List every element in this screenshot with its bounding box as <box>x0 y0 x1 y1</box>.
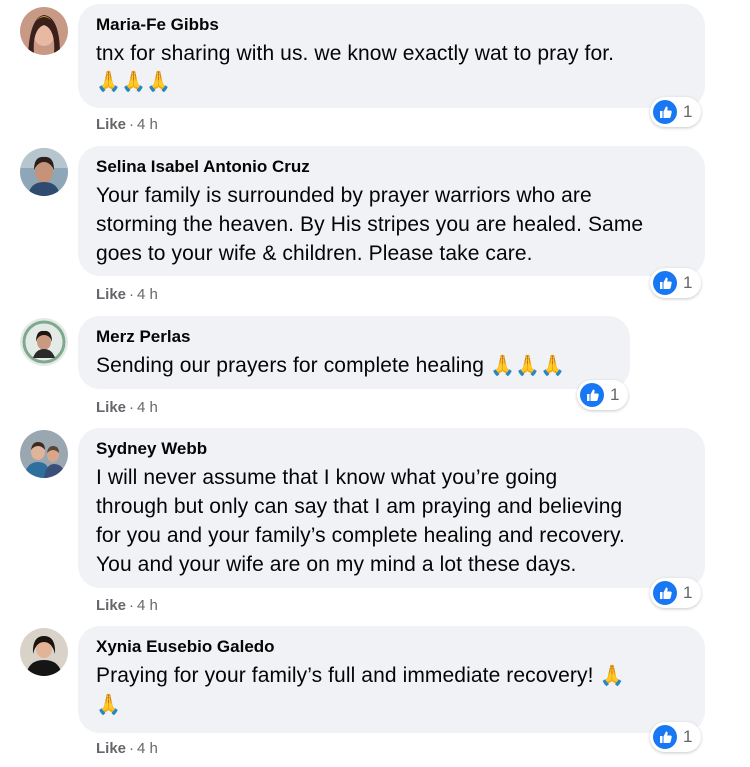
comment-text: Praying for your family’s full and immed… <box>96 661 685 720</box>
comment-line: You and your wife are on my mind a lot t… <box>96 553 577 576</box>
reaction-count: 1 <box>610 385 620 404</box>
avatar[interactable] <box>20 148 68 196</box>
timestamp[interactable]: 4 h <box>137 116 158 133</box>
like-link[interactable]: Like <box>96 740 126 757</box>
like-link[interactable]: Like <box>96 286 126 303</box>
avatar[interactable] <box>20 628 68 676</box>
comment-meta: Like · 4 h <box>96 286 158 304</box>
reaction-count-badge[interactable]: 1 <box>577 380 629 410</box>
comment-line: for you and your family’s complete heali… <box>96 524 625 547</box>
pray-emoji-line: 🙏🙏🙏 <box>96 71 172 93</box>
comment-author[interactable]: Sydney Webb <box>96 438 685 460</box>
reaction-count-badge[interactable]: 1 <box>650 722 702 752</box>
comment-author[interactable]: Xynia Eusebio Galedo <box>96 636 685 658</box>
meta-separator: · <box>129 740 135 757</box>
meta-separator: · <box>129 286 135 303</box>
reaction-count: 1 <box>683 583 693 602</box>
comment-line: storming the heaven. By His stripes you … <box>96 213 644 236</box>
pray-emoji-inline: 🙏 <box>599 665 625 687</box>
like-icon <box>653 100 677 124</box>
timestamp[interactable]: 4 h <box>137 399 158 416</box>
comment-author[interactable]: Maria-Fe Gibbs <box>96 14 685 36</box>
avatar[interactable] <box>20 318 68 366</box>
like-icon <box>580 383 604 407</box>
reaction-count-badge[interactable]: 1 <box>650 578 702 608</box>
reaction-count-badge[interactable]: 1 <box>650 97 702 127</box>
timestamp[interactable]: 4 h <box>137 597 158 614</box>
comment-text: I will never assume that I know what you… <box>96 463 685 579</box>
meta-separator: · <box>129 597 135 614</box>
comment-author[interactable]: Merz Perlas <box>96 326 610 348</box>
comment-bubble: Maria-Fe Gibbs tnx for sharing with us. … <box>78 4 705 108</box>
like-icon <box>653 725 677 749</box>
pray-emoji-line: 🙏 <box>96 694 122 716</box>
comment-line: goes to your wife & children. Please tak… <box>96 242 533 265</box>
comment-line: tnx for sharing with us. we know exactly… <box>96 42 615 65</box>
reaction-count: 1 <box>683 102 693 121</box>
comment-bubble: Sydney Webb I will never assume that I k… <box>78 428 705 588</box>
comment-bubble: Xynia Eusebio Galedo Praying for your fa… <box>78 626 705 733</box>
timestamp[interactable]: 4 h <box>137 740 158 757</box>
like-link[interactable]: Like <box>96 116 126 133</box>
comment-line: Your family is surrounded by prayer warr… <box>96 184 592 207</box>
timestamp[interactable]: 4 h <box>137 286 158 303</box>
comment-meta: Like · 4 h <box>96 116 158 134</box>
like-icon <box>653 271 677 295</box>
comment-bubble: Selina Isabel Antonio Cruz Your family i… <box>78 146 705 276</box>
avatar[interactable] <box>20 430 68 478</box>
like-link[interactable]: Like <box>96 399 126 416</box>
comment-meta: Like · 4 h <box>96 597 158 615</box>
meta-separator: · <box>129 116 135 133</box>
comment-line: Praying for your family’s full and immed… <box>96 664 594 687</box>
like-icon <box>653 581 677 605</box>
reaction-count: 1 <box>683 273 693 292</box>
meta-separator: · <box>129 399 135 416</box>
comment-text: Your family is surrounded by prayer warr… <box>96 181 685 268</box>
comment-meta: Like · 4 h <box>96 399 158 417</box>
reaction-count: 1 <box>683 727 693 746</box>
like-link[interactable]: Like <box>96 597 126 614</box>
reaction-count-badge[interactable]: 1 <box>650 268 702 298</box>
comment-text: Sending our prayers for complete healing… <box>96 351 610 381</box>
comment-line: Sending our prayers for complete healing <box>96 354 485 377</box>
comment-author[interactable]: Selina Isabel Antonio Cruz <box>96 156 685 178</box>
comment-line: through but only can say that I am prayi… <box>96 495 623 518</box>
comment-bubble: Merz Perlas Sending our prayers for comp… <box>78 316 630 389</box>
pray-emoji-inline: 🙏🙏🙏 <box>490 355 566 377</box>
avatar[interactable] <box>20 7 68 55</box>
comment-meta: Like · 4 h <box>96 740 158 758</box>
comment-text: tnx for sharing with us. we know exactly… <box>96 39 685 97</box>
comment-line: I will never assume that I know what you… <box>96 466 558 489</box>
